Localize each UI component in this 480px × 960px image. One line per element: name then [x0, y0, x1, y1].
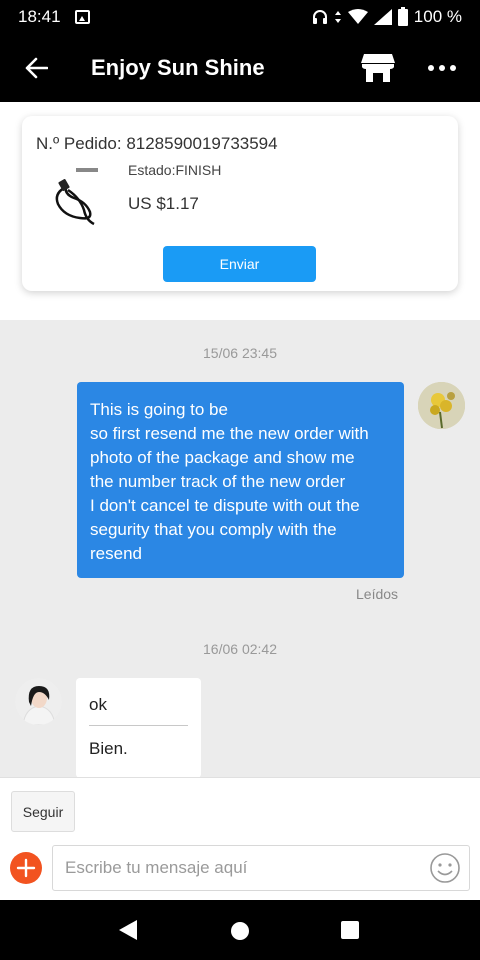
- chat-title: Enjoy Sun Shine: [91, 55, 265, 80]
- message-line: the number track of the new order: [90, 472, 346, 491]
- message-timestamp: 15/06 23:45: [203, 345, 277, 361]
- nav-recents-icon[interactable]: [341, 921, 359, 939]
- more-options-button[interactable]: [422, 48, 462, 88]
- seller-portrait-image: [15, 678, 62, 725]
- nav-back-icon[interactable]: [119, 920, 137, 940]
- more-dots-icon: [428, 65, 456, 71]
- nav-home-icon[interactable]: [231, 922, 249, 940]
- message-line: photo of the package and show me: [90, 448, 355, 467]
- order-price: US $1.17: [128, 194, 199, 213]
- status-time: 18:41: [18, 7, 61, 26]
- read-status: Leídos: [356, 586, 399, 602]
- usb-cable-image: [55, 168, 98, 226]
- headphones-icon: [312, 10, 327, 24]
- back-button[interactable]: [0, 34, 72, 102]
- translated-text: Bien.: [89, 739, 128, 758]
- my-message-bubble[interactable]: This is going to be so first resend me t…: [77, 382, 404, 578]
- seller-message-bubble[interactable]: ok Bien.: [76, 678, 201, 778]
- order-number: N.º Pedido: 8128590019733594: [36, 134, 278, 153]
- product-thumbnail[interactable]: [50, 168, 102, 226]
- add-attachment-button[interactable]: [10, 852, 42, 884]
- flower-avatar-image: [418, 382, 465, 429]
- seller-avatar[interactable]: [15, 678, 62, 725]
- system-navigation-bar: [0, 900, 480, 960]
- emoji-button[interactable]: [429, 852, 461, 884]
- follow-button[interactable]: Seguir: [11, 791, 75, 832]
- order-panel: N.º Pedido: 8128590019733594 Estado:FINI…: [0, 102, 480, 320]
- message-line: I don't cancel te dispute with out the: [90, 496, 360, 515]
- quick-actions-bar: Seguir: [0, 777, 480, 843]
- original-text: ok: [89, 678, 188, 726]
- wifi-icon: [347, 9, 368, 24]
- status-bar: 18:41 100 %: [0, 0, 480, 34]
- back-arrow-icon: [25, 57, 48, 79]
- message-line: This is going to be: [90, 400, 228, 419]
- order-status: Estado:FINISH: [128, 162, 222, 178]
- gallery-icon: [74, 10, 90, 24]
- message-input[interactable]: [52, 845, 470, 891]
- store-icon: [361, 54, 395, 82]
- my-avatar[interactable]: [418, 382, 465, 429]
- signal-icon: [373, 9, 392, 25]
- store-button[interactable]: [358, 48, 398, 88]
- send-order-button[interactable]: Enviar: [163, 246, 316, 282]
- data-arrows-icon: [334, 11, 341, 23]
- smiley-icon: [430, 853, 460, 883]
- plus-icon: [16, 858, 36, 878]
- chat-header: Enjoy Sun Shine: [0, 34, 480, 102]
- message-line: so first resend me the new order with: [90, 424, 369, 443]
- message-timestamp: 16/06 02:42: [203, 641, 277, 657]
- battery-icon: [397, 6, 408, 26]
- battery-percent: 100 %: [413, 7, 462, 26]
- order-card[interactable]: N.º Pedido: 8128590019733594 Estado:FINI…: [22, 116, 458, 291]
- message-line: segurity that you comply with the: [90, 520, 337, 539]
- message-composer: [0, 843, 480, 900]
- message-line: resend: [90, 544, 142, 563]
